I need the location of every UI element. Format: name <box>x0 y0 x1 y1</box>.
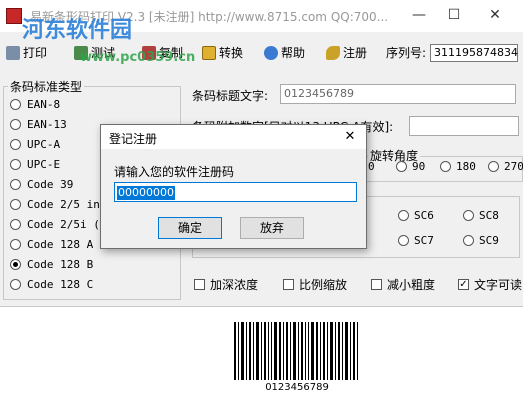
radio-icon <box>10 99 21 110</box>
readable-text-checkbox[interactable]: ✓ 文字可读 <box>458 276 522 293</box>
help-button[interactable]: 帮助 <box>264 43 305 63</box>
radio-icon <box>463 210 474 221</box>
register-button[interactable]: 注册 <box>326 43 367 63</box>
title-text-label: 条码标题文字: <box>192 89 269 103</box>
radio-code128c[interactable]: Code 128 C <box>10 278 93 291</box>
registration-dialog: 登记注册 ✕ 请输入您的软件注册码 00000000 确定 放弃 <box>100 124 367 249</box>
registration-code-input[interactable]: 00000000 <box>114 182 357 202</box>
thin-checkbox[interactable]: 减小粗度 <box>371 276 435 293</box>
key-icon <box>326 46 340 60</box>
sc7-radio[interactable]: SC7 <box>398 234 434 247</box>
serial-label: 序列号: <box>386 46 427 60</box>
darken-checkbox[interactable]: 加深浓度 <box>194 276 258 293</box>
dialog-prompt: 请输入您的软件注册码 <box>114 165 235 179</box>
convert-button[interactable]: 转换 <box>202 43 243 63</box>
radio-icon <box>463 235 474 246</box>
rotation-270[interactable]: 270 <box>488 160 523 173</box>
radio-icon <box>398 210 409 221</box>
cancel-button[interactable]: 放弃 <box>240 217 304 239</box>
checkbox-icon <box>371 279 382 290</box>
radio-icon <box>396 161 407 172</box>
watermark-url: www.pc0359.cn <box>80 50 196 65</box>
app-icon <box>6 8 22 24</box>
radio-icon <box>440 161 451 172</box>
barcode-type-title: 条码标准类型 <box>8 78 85 95</box>
serial-number-field[interactable]: 311195874834 <box>430 44 518 62</box>
radio-icon <box>10 139 21 150</box>
sc9-radio[interactable]: SC9 <box>463 234 499 247</box>
sc6-radio[interactable]: SC6 <box>398 209 434 222</box>
radio-code25i[interactable]: Code 2/5i (F <box>10 218 106 231</box>
print-button[interactable]: 打印 <box>6 43 47 63</box>
checkbox-checked-icon: ✓ <box>458 279 469 290</box>
radio-icon <box>10 219 21 230</box>
ok-button[interactable]: 确定 <box>158 217 222 239</box>
radio-ean8[interactable]: EAN-8 <box>10 98 60 111</box>
radio-code128b[interactable]: Code 128 B <box>10 258 93 271</box>
extra-digits-input[interactable] <box>409 116 519 136</box>
radio-code39[interactable]: Code 39 <box>10 178 73 191</box>
maximize-button[interactable]: ☐ <box>439 4 469 26</box>
registration-code-value: 00000000 <box>117 186 175 200</box>
rotation-180[interactable]: 180 <box>440 160 476 173</box>
radio-code25-int[interactable]: Code 2/5 int <box>10 198 106 211</box>
radio-icon <box>10 159 21 170</box>
radio-icon <box>10 239 21 250</box>
rotation-90[interactable]: 90 <box>396 160 425 173</box>
minimize-button[interactable]: — <box>404 4 434 26</box>
radio-icon <box>10 179 21 190</box>
dialog-title: 登记注册 <box>109 132 158 146</box>
title-text-input[interactable]: 0123456789 <box>280 84 516 104</box>
checkbox-icon <box>194 279 205 290</box>
radio-icon <box>398 235 409 246</box>
help-icon <box>264 46 278 60</box>
rotation-0[interactable]: 0 <box>368 160 375 173</box>
radio-icon <box>488 161 499 172</box>
radio-icon <box>10 119 21 130</box>
close-button[interactable]: ✕ <box>480 4 510 26</box>
radio-ean13[interactable]: EAN-13 <box>10 118 67 131</box>
radio-icon <box>10 279 21 290</box>
printer-icon <box>6 46 20 60</box>
radio-upce[interactable]: UPC-E <box>10 158 60 171</box>
dialog-close-button[interactable]: ✕ <box>338 127 362 147</box>
radio-upca[interactable]: UPC-A <box>10 138 60 151</box>
radio-icon <box>10 199 21 210</box>
checkbox-icon <box>283 279 294 290</box>
barcode-text: 0123456789 <box>265 382 329 393</box>
scale-checkbox[interactable]: 比例缩放 <box>283 276 347 293</box>
radio-selected-icon <box>10 259 21 270</box>
radio-code128a[interactable]: Code 128 A <box>10 238 93 251</box>
convert-icon <box>202 46 216 60</box>
sc8-radio[interactable]: SC8 <box>463 209 499 222</box>
barcode-image <box>234 322 358 380</box>
